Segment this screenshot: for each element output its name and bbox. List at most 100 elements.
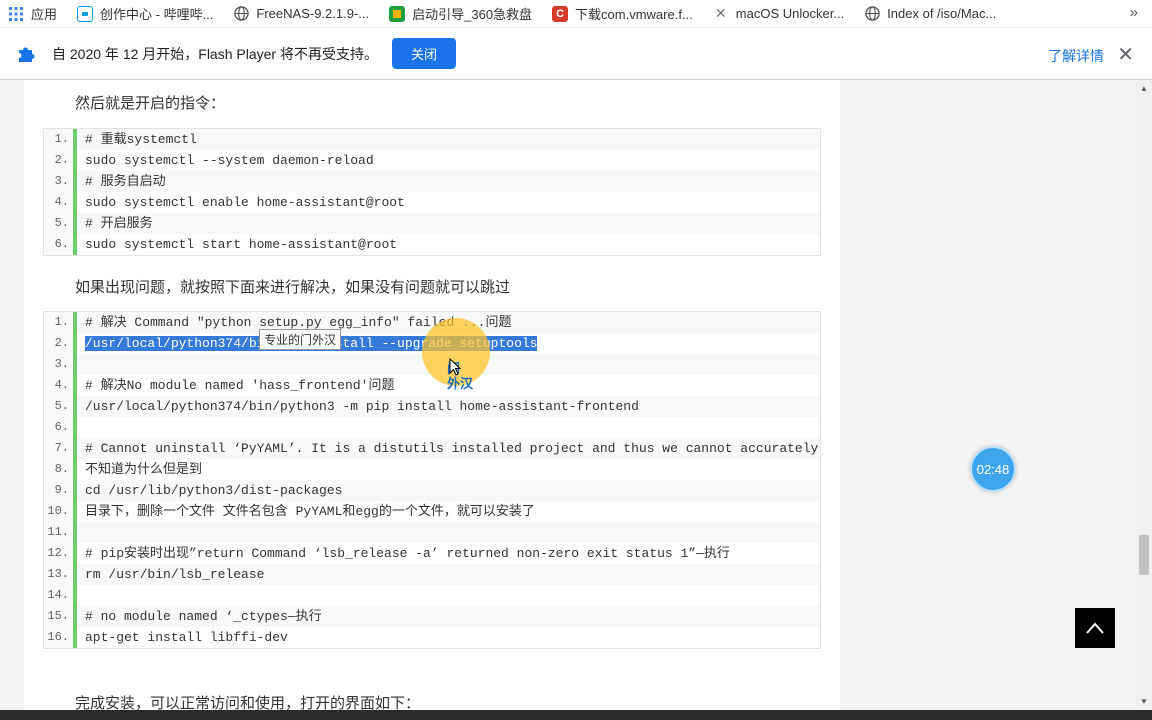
x-logo-icon: ✕ — [714, 5, 727, 21]
code-text: # no module named ‘_ctypes—执行 — [85, 609, 322, 624]
code-text: # 服务自启动 — [85, 174, 166, 189]
flash-infobar: 自 2020 年 12 月开始，Flash Player 将不再受支持。 关闭 … — [0, 27, 1152, 80]
learn-more-link[interactable]: 了解详情 — [1048, 46, 1104, 66]
code-line: 6. sudo systemctl start home-assistant@ro… — [44, 234, 820, 255]
bookmark-360[interactable]: 启动引导_360急救盘 — [381, 0, 544, 27]
line-number: 3. — [44, 354, 73, 375]
code-line: 4. sudo systemctl enable home-assistant@r… — [44, 192, 820, 213]
bookmark-label: 应用 — [31, 7, 58, 22]
paragraph-install-done: 完成安装，可以正常访问和使用，打开的界面如下： — [75, 695, 421, 710]
code-line: 11. — [44, 522, 820, 543]
code-text: apt-get install libffi-dev — [85, 630, 288, 645]
code-line: 13. rm /usr/bin/lsb_release — [44, 564, 820, 585]
line-number: 16. — [44, 627, 73, 648]
mouse-pointer-icon — [449, 357, 462, 381]
code-text: # pip安装时出现”return Command ‘lsb_release -… — [85, 546, 730, 561]
code-text: # 重载systemctl — [85, 132, 197, 147]
code-line: 6. — [44, 417, 820, 438]
line-number: 15. — [44, 606, 73, 627]
scroll-up-arrow-icon[interactable]: ▲ — [1140, 84, 1148, 93]
line-number: 1. — [44, 129, 73, 150]
code-block-systemctl: 1. # 重载systemctl 2. sudo systemctl --syste… — [43, 128, 821, 256]
code-line: 12. # pip安装时出现”return Command ‘lsb_releas… — [44, 543, 820, 564]
line-number: 5. — [44, 396, 73, 417]
recording-timer[interactable]: 02:48 — [970, 446, 1016, 492]
os-taskbar — [0, 710, 1152, 720]
line-number: 6. — [44, 417, 73, 438]
chevron-up-icon — [1086, 622, 1104, 634]
code-text: sudo systemctl --system daemon-reload — [85, 153, 374, 168]
csdn-icon: C — [552, 5, 569, 22]
bookmark-label: FreeNAS-9.2.1.9-... — [256, 6, 370, 21]
infobar-close-button[interactable]: 关闭 — [391, 38, 456, 69]
bookmark-label: macOS Unlocker... — [735, 6, 845, 21]
line-number: 2. — [44, 150, 73, 171]
line-number: 4. — [44, 192, 73, 213]
code-line: 1. # 重载systemctl — [44, 129, 820, 150]
code-text: /usr/local/python374/bin/python3 -m pip … — [85, 399, 639, 414]
bookmark-label: 下载com.vmware.f... — [575, 7, 693, 22]
hover-tooltip: 专业的门外汉 — [259, 329, 342, 350]
article-body: 然后就是开启的指令： 1. # 重载systemctl 2. sudo system… — [24, 80, 840, 710]
puzzle-icon — [16, 44, 36, 64]
infobar-dismiss-icon[interactable]: ✕ — [1117, 42, 1134, 67]
360-icon — [389, 5, 406, 22]
code-line: 16. apt-get install libffi-dev — [44, 627, 820, 648]
code-line: 9. cd /usr/lib/python3/dist-packages — [44, 480, 820, 501]
code-line: 3. # 服务自启动 — [44, 171, 820, 192]
line-number: 11. — [44, 522, 73, 543]
infobar-message: 自 2020 年 12 月开始，Flash Player 将不再受支持。 — [52, 45, 378, 62]
code-text: 目录下，删除一个文件 文件名包含 PyYAML和egg的一个文件，就可以安装了 — [85, 504, 535, 519]
globe-icon — [233, 6, 249, 22]
line-number: 13. — [44, 564, 73, 585]
line-number: 3. — [44, 171, 73, 192]
page-scrollbar[interactable]: ▲ ▼ — [1136, 80, 1152, 710]
code-line: 4. # 解决No module named 'hass_frontend'问题 — [44, 375, 820, 396]
code-line: 15. # no module named ‘_ctypes—执行 — [44, 606, 820, 627]
code-line: 14. — [44, 585, 820, 606]
code-line: 8. 不知道为什么但是到 — [44, 459, 820, 480]
code-line: 5. /usr/local/python374/bin/python3 -m pi… — [44, 396, 820, 417]
code-text: # 解决No module named 'hass_frontend'问题 — [85, 378, 395, 393]
code-line: 2. sudo systemctl --system daemon-reload — [44, 150, 820, 171]
line-number: 14. — [44, 585, 73, 606]
line-number: 2. — [44, 333, 73, 354]
code-text: # 开启服务 — [85, 216, 153, 231]
line-number: 8. — [44, 459, 73, 480]
bookmark-macos-unlocker[interactable]: ✕ macOS Unlocker... — [705, 0, 856, 27]
scroll-down-arrow-icon[interactable]: ▼ — [1140, 697, 1148, 706]
code-line: 5. # 开启服务 — [44, 213, 820, 234]
bookmark-vmware[interactable]: C 下载com.vmware.f... — [544, 0, 705, 27]
bookmark-label: 启动引导_360急救盘 — [412, 7, 533, 22]
code-text: rm /usr/bin/lsb_release — [85, 567, 265, 582]
line-number: 4. — [44, 375, 73, 396]
line-number: 5. — [44, 213, 73, 234]
bookmark-label: 创作中心 - 哔哩哔... — [100, 7, 214, 22]
paragraph-start-commands: 然后就是开启的指令： — [75, 95, 226, 112]
code-text: sudo systemctl enable home-assistant@roo… — [85, 195, 405, 210]
line-number: 6. — [44, 234, 73, 255]
code-text: 不知道为什么但是到 — [85, 462, 203, 477]
line-number: 12. — [44, 543, 73, 564]
globe-icon — [864, 6, 880, 22]
back-to-top-button[interactable] — [1075, 608, 1115, 648]
apps-grid-icon — [8, 6, 24, 22]
bookmark-iso-index[interactable]: Index of /iso/Mac... — [856, 0, 1008, 27]
bookmark-freenas[interactable]: FreeNAS-9.2.1.9-... — [225, 0, 381, 27]
page-viewport: 然后就是开启的指令： 1. # 重载systemctl 2. sudo system… — [0, 80, 1136, 710]
code-text: # Cannot uninstall ‘PyYAML’. It is a dis… — [85, 441, 819, 456]
bookmarks-overflow-chevron-icon[interactable]: » — [1130, 4, 1138, 21]
line-number: 9. — [44, 480, 73, 501]
bookmark-bilibili[interactable]: 创作中心 - 哔哩哔... — [69, 0, 225, 27]
line-number: 10. — [44, 501, 73, 522]
code-line: 7. # Cannot uninstall ‘PyYAML’. It is a d… — [44, 438, 820, 459]
bookmark-apps[interactable]: 应用 — [0, 0, 69, 27]
bookmark-label: Index of /iso/Mac... — [887, 6, 997, 21]
code-line: 10. 目录下，删除一个文件 文件名包含 PyYAML和egg的一个文件，就可以安… — [44, 501, 820, 522]
code-text: sudo systemctl start home-assistant@root — [85, 237, 398, 252]
scroll-thumb[interactable] — [1139, 535, 1149, 575]
paragraph-troubleshoot: 如果出现问题，就按照下面来进行解决，如果没有问题就可以跳过 — [75, 279, 511, 296]
